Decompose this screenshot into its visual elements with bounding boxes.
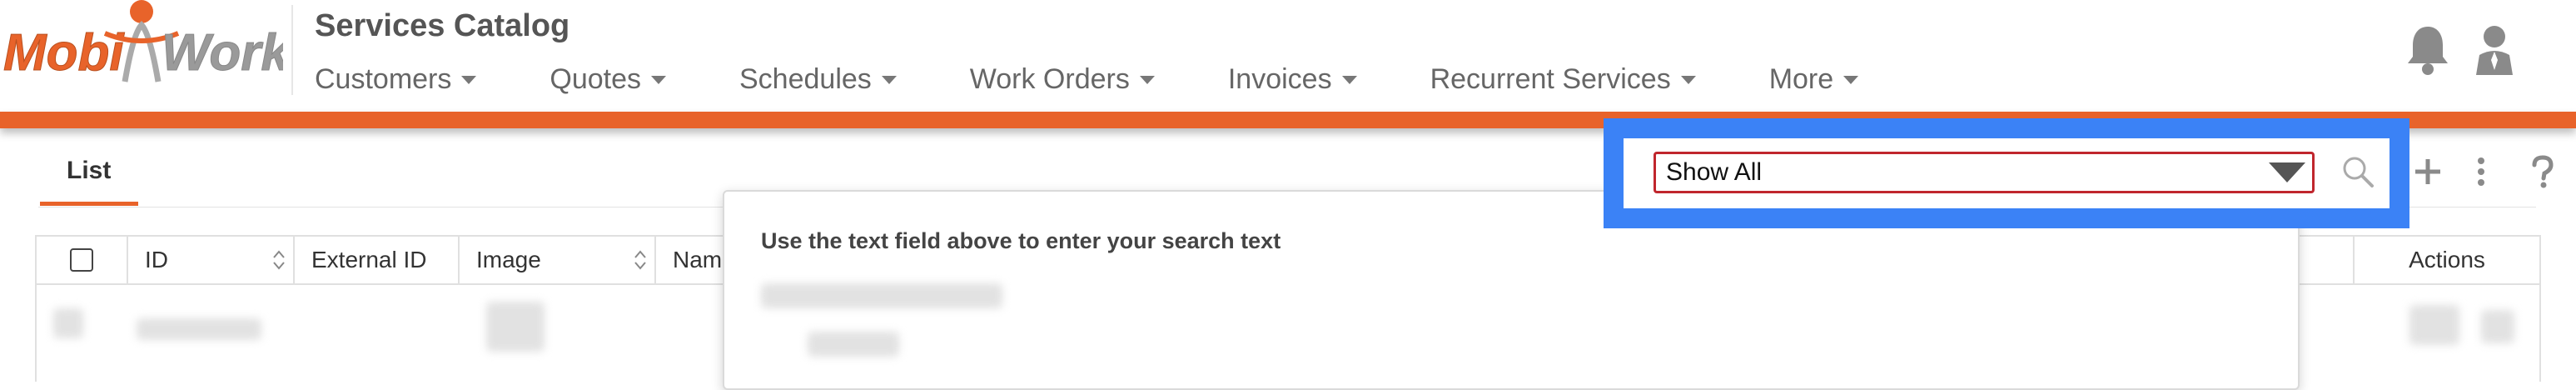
select-all-checkbox[interactable] (70, 248, 93, 272)
search-icon[interactable] (2338, 150, 2378, 193)
column-actions-label: Actions (2409, 247, 2485, 272)
select-all-cell (37, 237, 128, 283)
search-hint: Use the text field above to enter your s… (761, 228, 1281, 253)
tab-list-label: List (67, 157, 112, 184)
nav-recurrent-services[interactable]: Recurrent Services (1430, 63, 1696, 96)
nav-quotes[interactable]: Quotes (550, 63, 666, 96)
app-header: Mobi Work Services Catalog Customers Quo… (0, 0, 2576, 112)
dropdown-option-blurred[interactable] (808, 332, 899, 357)
nav-work-orders-label: Work Orders (969, 62, 1130, 95)
chevron-down-icon (881, 76, 897, 84)
dropdown-option-blurred[interactable] (761, 283, 1002, 308)
header-divider (291, 5, 293, 95)
chevron-down-icon (651, 76, 666, 84)
plus-icon[interactable] (2411, 150, 2444, 193)
column-id[interactable]: ID (128, 237, 295, 283)
nav-more[interactable]: More (1768, 62, 1859, 96)
column-image[interactable]: Image (460, 237, 656, 283)
mobiwork-logo[interactable]: Mobi Work (0, 0, 293, 98)
sort-icon[interactable] (633, 248, 648, 272)
more-vertical-icon[interactable] (2471, 150, 2491, 193)
nav-invoices-label: Invoices (1227, 62, 1332, 95)
main-nav: Customers Quotes Schedules Work Orders I… (315, 60, 1932, 98)
page-title: Services Catalog (315, 8, 570, 43)
nav-customers-label: Customers (315, 62, 452, 95)
svg-text:Work: Work (162, 24, 283, 82)
row-action-blurred (2409, 305, 2459, 345)
chevron-down-icon (1680, 76, 1696, 84)
column-external-id-label: External ID (311, 247, 427, 272)
column-external-id[interactable]: External ID (295, 237, 460, 283)
row-action-blurred (2481, 310, 2514, 343)
nav-recurrent-services-label: Recurrent Services (1430, 62, 1671, 95)
chevron-down-icon (1139, 76, 1155, 84)
nav-more-label: More (1768, 62, 1834, 95)
filter-input[interactable] (1656, 154, 2255, 191)
chevron-down-icon (461, 76, 477, 84)
row-id-blurred (137, 318, 261, 340)
bell-icon[interactable] (2403, 23, 2453, 77)
nav-quotes-label: Quotes (550, 62, 641, 95)
column-id-label: ID (145, 247, 168, 272)
chevron-down-icon (1341, 76, 1357, 84)
nav-work-orders[interactable]: Work Orders (970, 63, 1155, 96)
column-image-label: Image (476, 247, 541, 272)
row-image-blurred (486, 302, 545, 352)
column-actions: Actions (2355, 237, 2539, 283)
chevron-down-icon[interactable] (2269, 162, 2305, 182)
filter-select[interactable] (1654, 152, 2315, 193)
active-tab-indicator (40, 202, 138, 206)
tab-list[interactable]: List (38, 150, 137, 207)
nav-invoices[interactable]: Invoices (1228, 63, 1357, 96)
nav-schedules-label: Schedules (739, 62, 872, 95)
nav-schedules[interactable]: Schedules (739, 63, 897, 96)
chevron-down-icon (1843, 76, 1859, 84)
help-icon[interactable] (2526, 150, 2559, 193)
nav-customers[interactable]: Customers (315, 62, 477, 96)
user-icon[interactable] (2469, 23, 2519, 77)
row-checkbox-blurred (53, 308, 83, 338)
sort-icon[interactable] (271, 248, 286, 272)
